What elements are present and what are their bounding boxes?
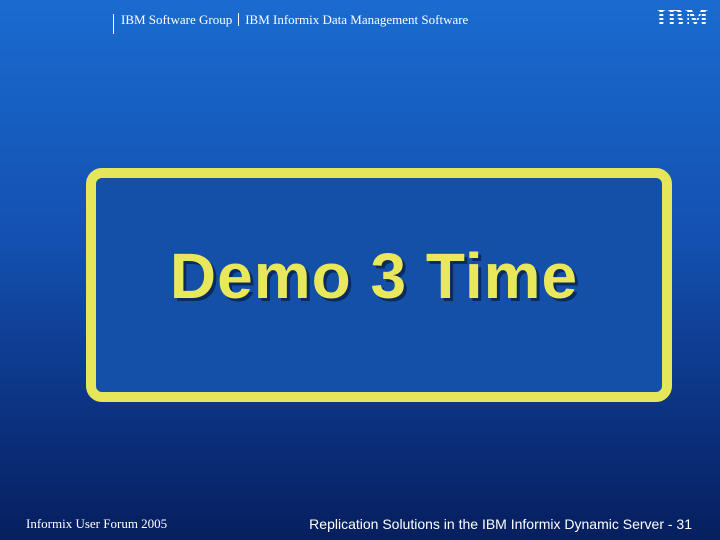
- footer-event-label: Informix User Forum 2005: [26, 516, 168, 531]
- footer-presentation-label: Replication Solutions in the IBM Informi…: [309, 516, 692, 532]
- header-title: IBM Software Group IBM Informix Data Mana…: [121, 12, 468, 28]
- header-division-label: IBM Informix Data Management Software: [245, 12, 469, 27]
- slide: IBM Software Group IBM Informix Data Mana…: [0, 0, 720, 540]
- header-divider: [113, 14, 114, 34]
- demo-title: Demo 3 Time: [169, 240, 579, 312]
- header-group-label: IBM Software Group: [121, 12, 233, 27]
- ibm-logo-text: IBM: [657, 6, 710, 28]
- ibm-logo: IBM: [657, 6, 710, 28]
- header-pipe-divider: [238, 13, 240, 26]
